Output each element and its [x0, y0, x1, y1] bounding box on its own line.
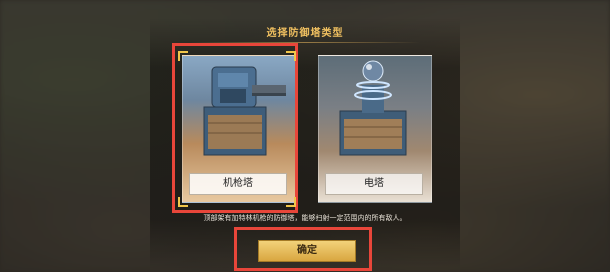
confirm-button[interactable]: 确定 — [258, 240, 356, 262]
tesla-tower-icon — [339, 60, 407, 156]
selection-corner — [286, 197, 296, 207]
dialog-title: 选择防御塔类型 — [266, 28, 344, 39]
tower-option-label: 机枪塔 — [189, 173, 287, 195]
tower-description: 顶部架有加特林机枪的防御塔，能够扫射一定范围内的所有敌人。 — [203, 214, 407, 222]
selection-corner — [178, 197, 188, 207]
selection-corner — [178, 51, 188, 61]
tower-option-label: 电塔 — [325, 173, 423, 195]
selection-corner — [286, 51, 296, 61]
